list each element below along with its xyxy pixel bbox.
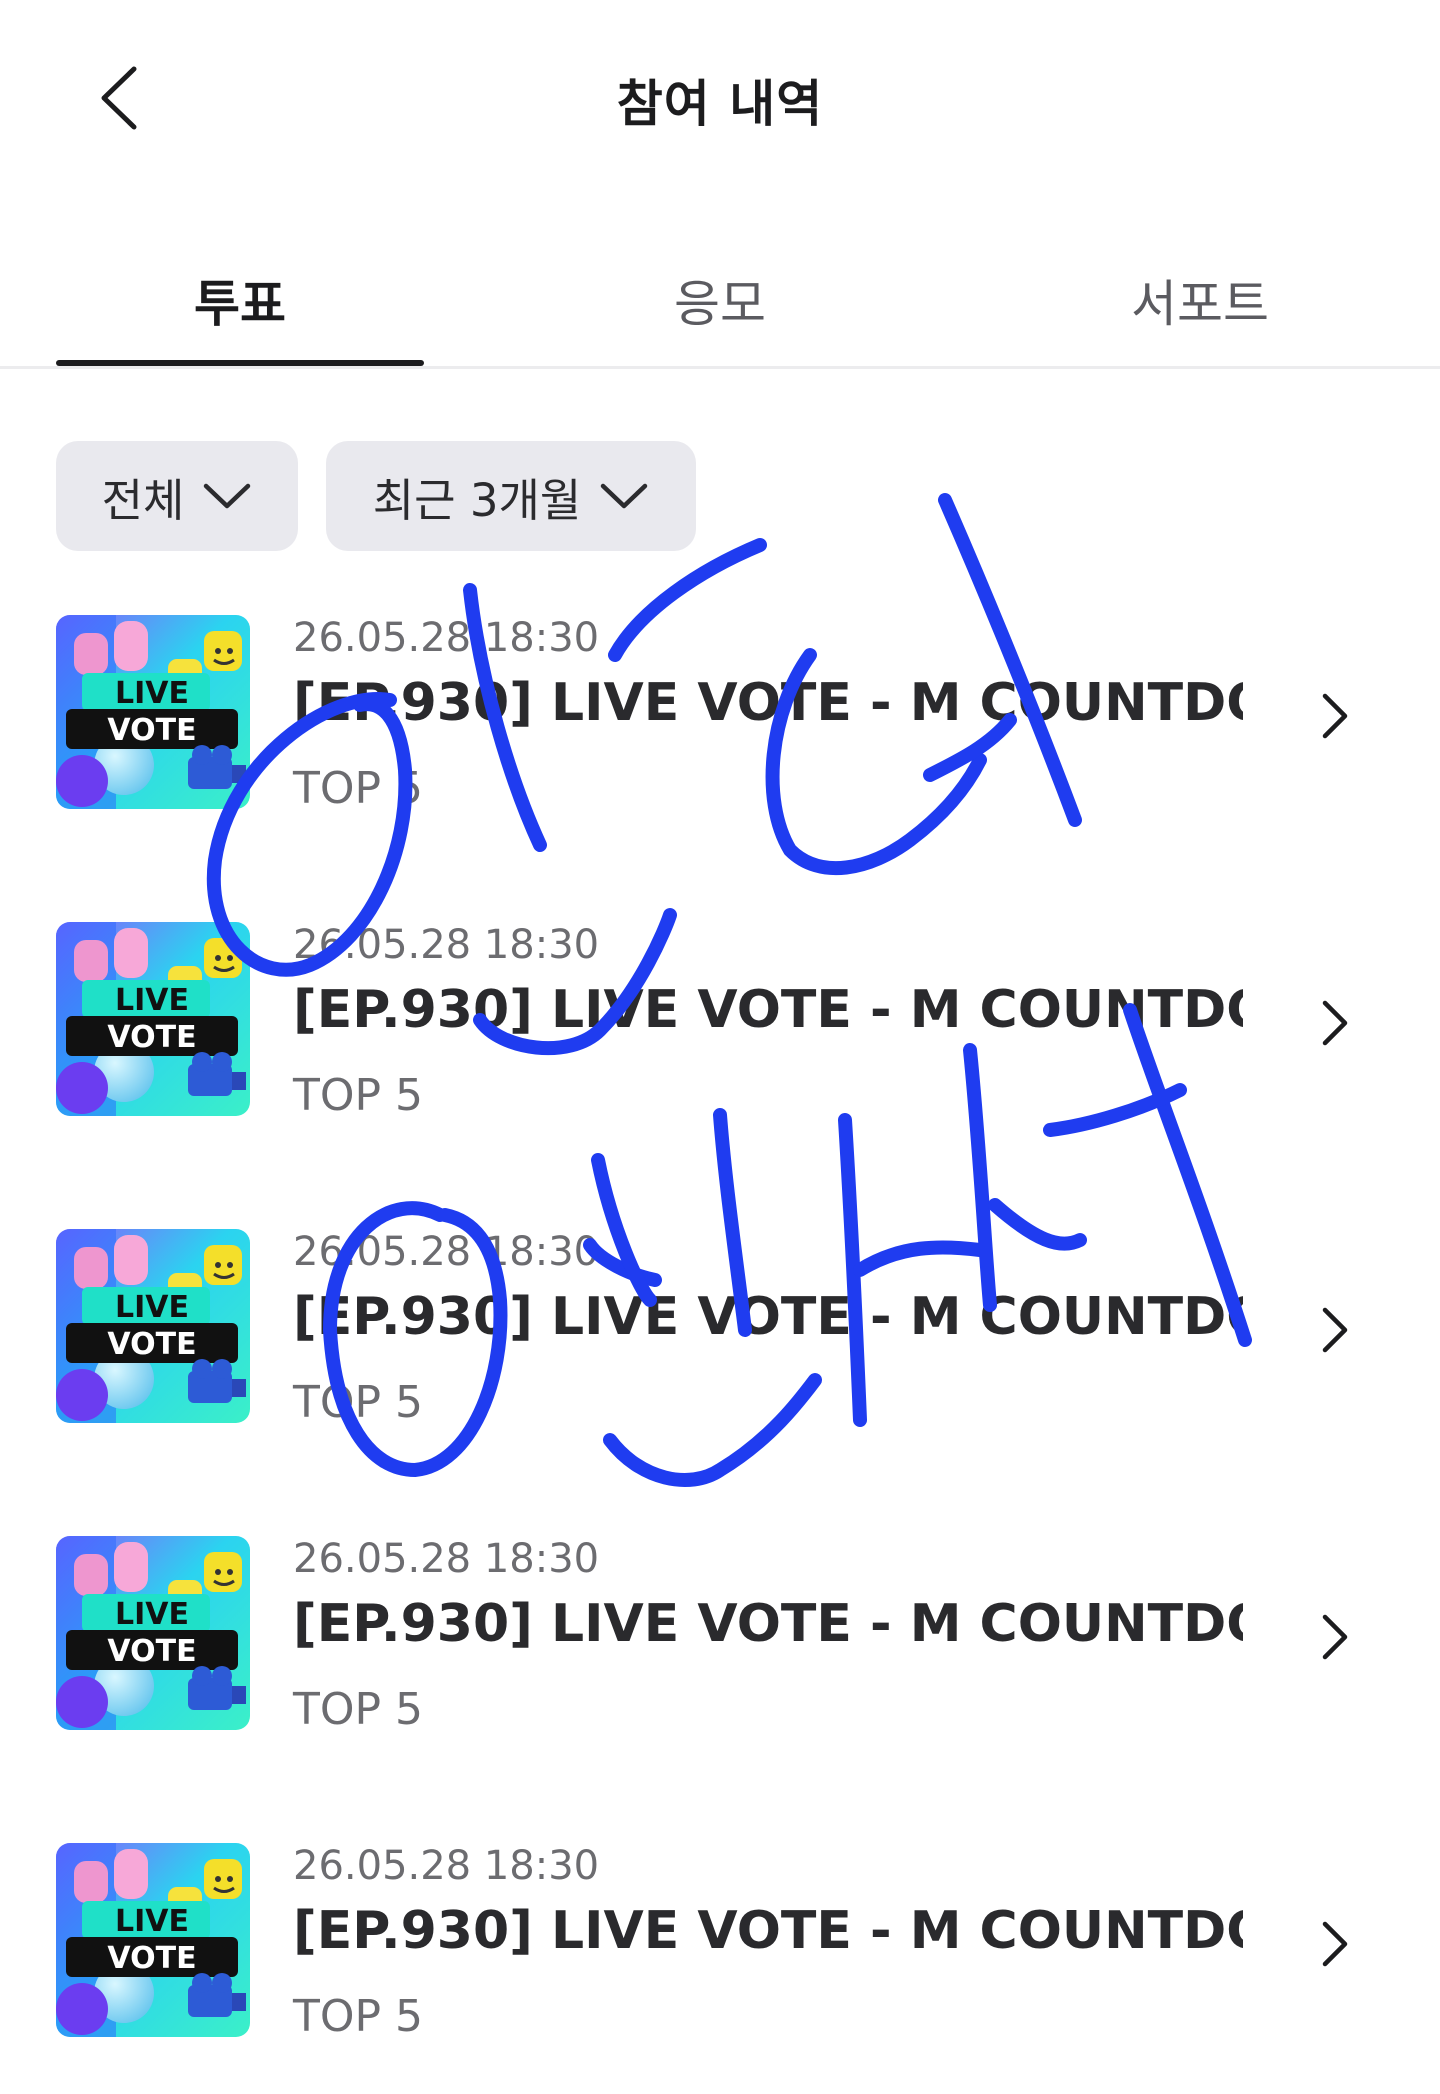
live-vote-thumbnail: LIVE VOTE xyxy=(56,1229,250,1423)
item-date: 26.05.28 18:30 xyxy=(293,922,600,968)
category-filter-label: 전체 xyxy=(101,473,185,527)
thumbnail-image: LIVE VOTE xyxy=(56,1229,250,1423)
thumbnail-text-line1: LIVE xyxy=(115,983,189,1018)
item-title: [EP.930] LIVE VOTE - M COUNTDO... xyxy=(293,1287,1243,1347)
item-date: 26.05.28 18:30 xyxy=(293,615,600,661)
list-item[interactable]: LIVE VOTE 26.05.28 18:30 [EP.930] LIVE V… xyxy=(0,1229,1440,1469)
tab-vote[interactable]: 투표 xyxy=(56,236,424,364)
item-title: [EP.930] LIVE VOTE - M COUNTDO... xyxy=(293,980,1243,1040)
thumbnail-text-line1: LIVE xyxy=(115,1904,189,1939)
tab-entry[interactable]: 응모 xyxy=(536,236,904,364)
chevron-right-icon[interactable] xyxy=(1310,681,1360,751)
chevron-right-icon[interactable] xyxy=(1310,1909,1360,1979)
thumbnail-text-line2: VOTE xyxy=(107,1634,196,1669)
thumbnail-image: LIVE VOTE xyxy=(56,922,250,1116)
list-item[interactable]: LIVE VOTE 26.05.28 18:30 [EP.930] LIVE V… xyxy=(0,615,1440,855)
item-subtitle: TOP 5 xyxy=(293,1684,424,1735)
period-filter-dropdown[interactable]: 최근 3개월 xyxy=(326,441,696,551)
item-subtitle: TOP 5 xyxy=(293,1377,424,1428)
chevron-right-icon[interactable] xyxy=(1310,1295,1360,1365)
live-vote-thumbnail: LIVE VOTE xyxy=(56,615,250,809)
chevron-down-icon xyxy=(202,481,252,511)
item-date: 26.05.28 18:30 xyxy=(293,1843,600,1889)
live-vote-thumbnail: LIVE VOTE xyxy=(56,922,250,1116)
live-vote-thumbnail: LIVE VOTE xyxy=(56,1843,250,2037)
item-subtitle: TOP 5 xyxy=(293,1070,424,1121)
thumbnail-text-line2: VOTE xyxy=(107,1020,196,1055)
thumbnail-image: LIVE VOTE xyxy=(56,615,250,809)
thumbnail-text-line2: VOTE xyxy=(107,713,196,748)
item-title: [EP.930] LIVE VOTE - M COUNTDO... xyxy=(293,1901,1243,1961)
thumbnail-image: LIVE VOTE xyxy=(56,1536,250,1730)
item-title: [EP.930] LIVE VOTE - M COUNTDO... xyxy=(293,1594,1243,1654)
header: 참여 내역 xyxy=(0,0,1440,196)
list-item[interactable]: LIVE VOTE 26.05.28 18:30 [EP.930] LIVE V… xyxy=(0,1843,1440,2083)
chevron-down-icon xyxy=(599,481,649,511)
period-filter-label: 최근 3개월 xyxy=(372,473,582,527)
chevron-right-icon[interactable] xyxy=(1310,1602,1360,1672)
tabs-divider xyxy=(0,366,1440,369)
item-date: 26.05.28 18:30 xyxy=(293,1536,600,1582)
item-subtitle: TOP 5 xyxy=(293,1991,424,2042)
list-item[interactable]: LIVE VOTE 26.05.28 18:30 [EP.930] LIVE V… xyxy=(0,922,1440,1162)
tab-bar: 투표 응모 서포트 xyxy=(0,236,1440,370)
thumbnail-text-line2: VOTE xyxy=(107,1941,196,1976)
item-subtitle: TOP 5 xyxy=(293,763,424,814)
live-vote-thumbnail: LIVE VOTE xyxy=(56,1536,250,1730)
tab-support[interactable]: 서포트 xyxy=(1016,236,1384,364)
item-date: 26.05.28 18:30 xyxy=(293,1229,600,1275)
page-title: 참여 내역 xyxy=(616,75,824,133)
chevron-right-icon[interactable] xyxy=(1310,988,1360,1058)
thumbnail-text-line2: VOTE xyxy=(107,1327,196,1362)
category-filter-dropdown[interactable]: 전체 xyxy=(56,441,298,551)
thumbnail-text-line1: LIVE xyxy=(115,1597,189,1632)
list-item[interactable]: LIVE VOTE 26.05.28 18:30 [EP.930] LIVE V… xyxy=(0,1536,1440,1776)
thumbnail-text-line1: LIVE xyxy=(115,1290,189,1325)
thumbnail-image: LIVE VOTE xyxy=(56,1843,250,2037)
thumbnail-text-line1: LIVE xyxy=(115,676,189,711)
item-title: [EP.930] LIVE VOTE - M COUNTDO... xyxy=(293,673,1243,733)
